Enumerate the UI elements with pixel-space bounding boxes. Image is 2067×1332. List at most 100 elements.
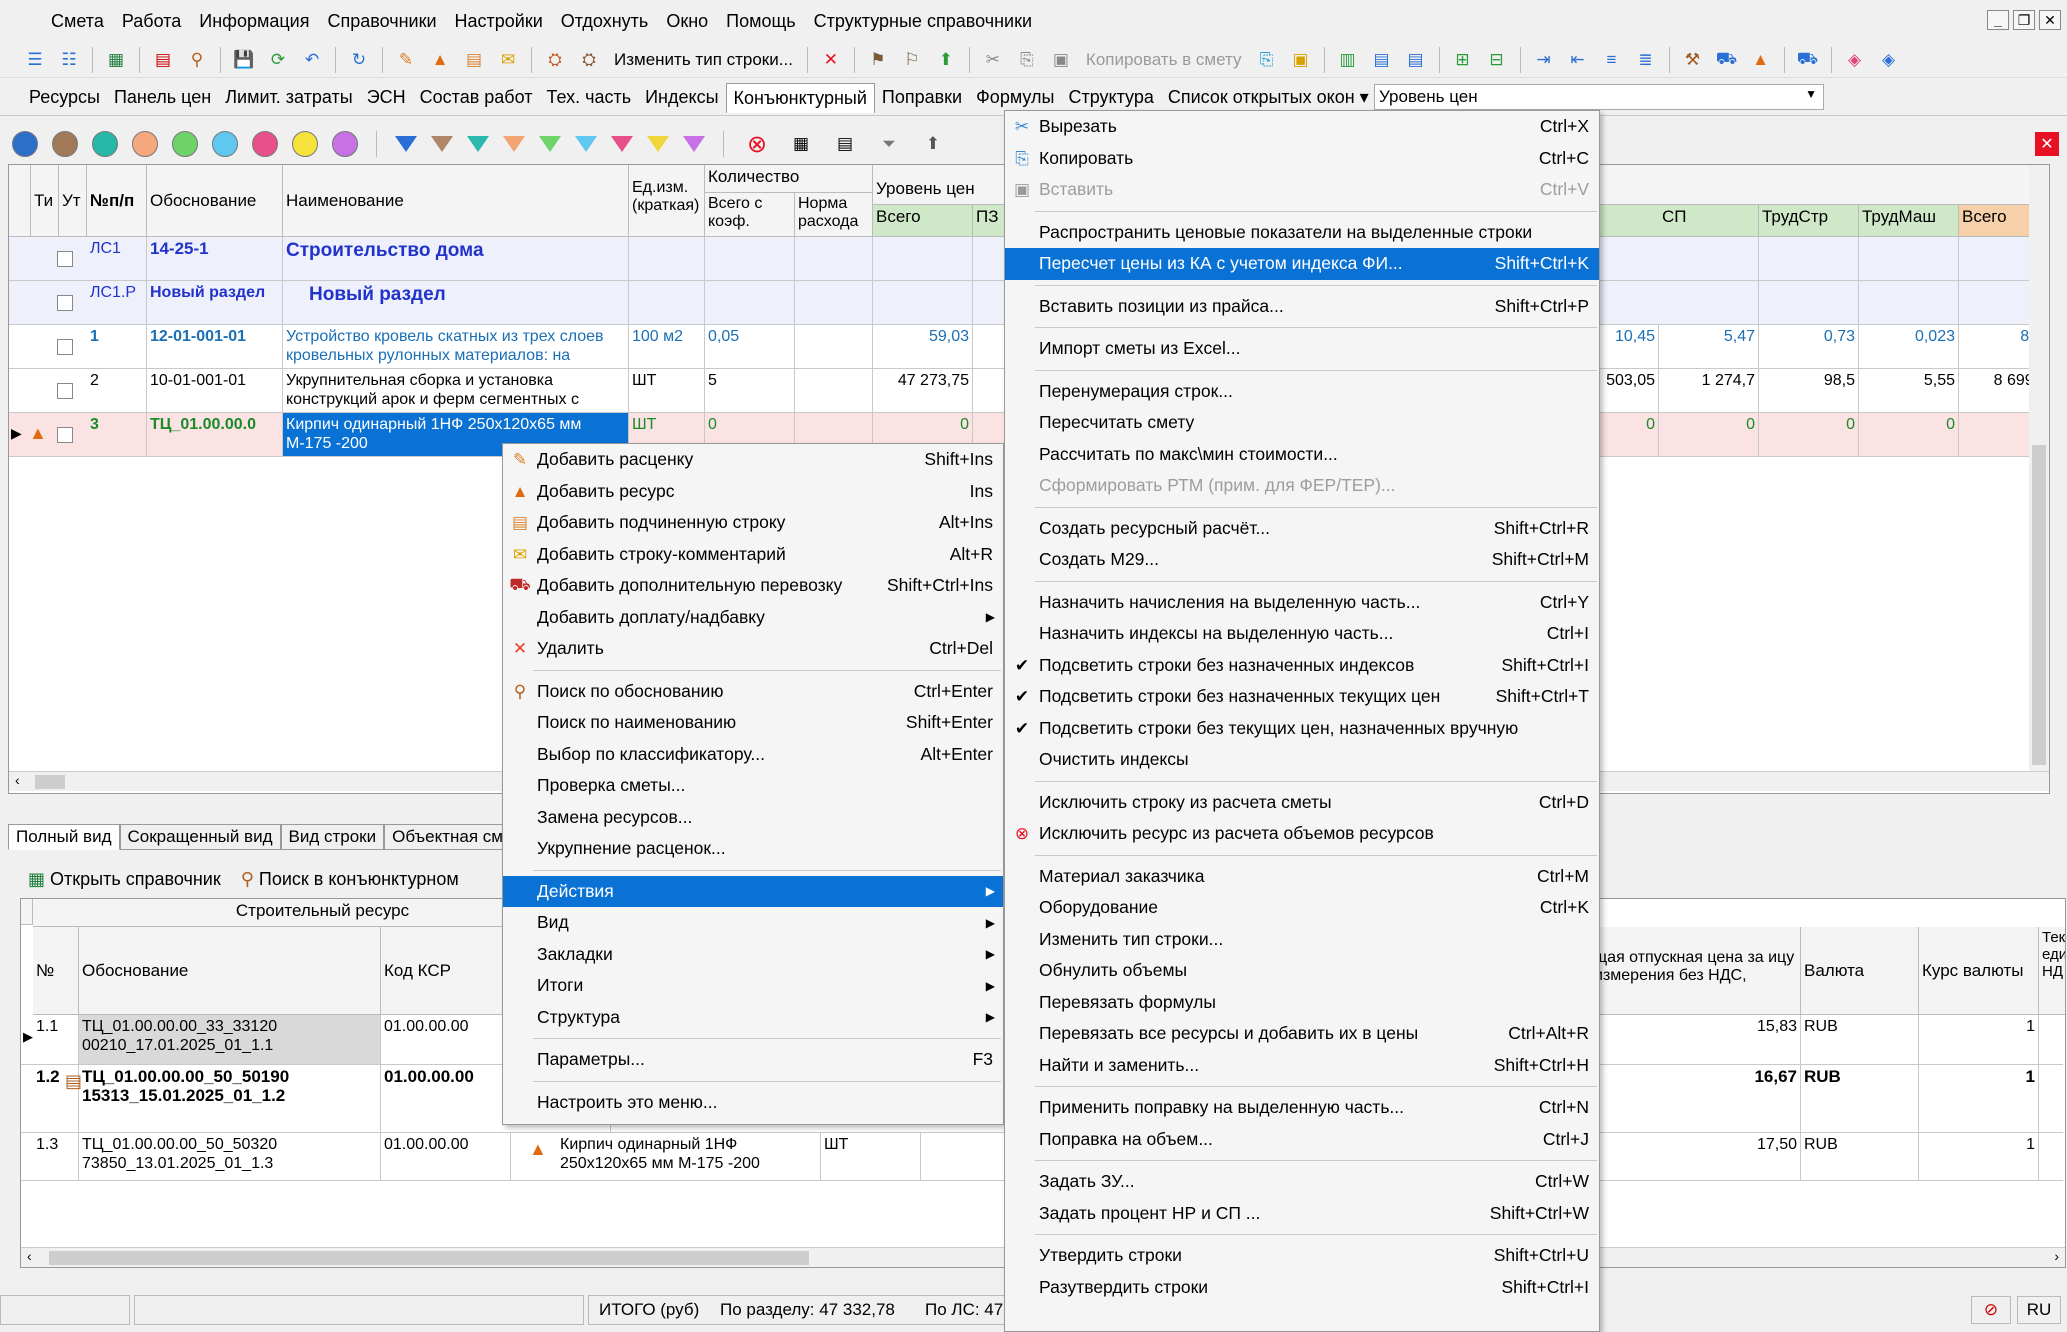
col-unit[interactable]: Ед.изм. (краткая) — [629, 165, 705, 237]
menu-clear-indexes[interactable]: Очистить индексы — [1005, 744, 1599, 776]
menu-insert-pricelist[interactable]: Вставить позиции из прайса... Shift+Ctrl+… — [1005, 291, 1599, 323]
menu-add-surcharge[interactable]: Добавить доплату/надбавку ▶ — [503, 602, 1003, 634]
menu-create-resource-calc[interactable]: Создать ресурсный расчёт... Shift+Ctrl+R — [1005, 513, 1599, 545]
color-circle[interactable] — [52, 131, 78, 157]
clear-filter-icon[interactable]: ⊗ — [742, 130, 772, 158]
col-ut[interactable]: Ут — [59, 165, 87, 237]
books-icon[interactable]: ▥ — [1333, 46, 1363, 74]
change-type-2-icon[interactable]: ⛭ — [574, 46, 604, 74]
cut-icon[interactable]: ✂ — [978, 46, 1008, 74]
col-obosn[interactable]: Обоснование — [79, 927, 381, 1015]
tab-conjunctural[interactable]: Конъюнктурный — [725, 82, 875, 113]
open-reference-button[interactable]: ▦ Открыть справочник — [28, 869, 221, 890]
menu-search-obosn[interactable]: ⚲ Поиск по обоснованию Ctrl+Enter — [503, 676, 1003, 708]
col-currency[interactable]: Валюта — [1801, 927, 1919, 1015]
copy-to-estimate-button[interactable]: Копировать в смету — [1080, 50, 1248, 70]
tab-row-view[interactable]: Вид строки — [280, 824, 385, 850]
copy-est-a-icon[interactable]: ⎘ — [1252, 46, 1282, 74]
filter-icon[interactable] — [467, 136, 489, 152]
tree-collapse-icon[interactable]: ⊟ — [1482, 46, 1512, 74]
tab-resources[interactable]: Ресурсы — [22, 83, 107, 112]
filter-icon[interactable] — [611, 136, 633, 152]
row-checkbox[interactable] — [57, 383, 73, 399]
menu-view[interactable]: Вид ▶ — [503, 907, 1003, 939]
menu-add-transport[interactable]: ⛟ Добавить дополнительную перевозку Shift+… — [503, 570, 1003, 602]
menu-form-rtm[interactable]: Сформировать РТМ (прим. для ФЕР/ТЕР)... — [1005, 470, 1599, 502]
menu-recalc-estimate[interactable]: Пересчитать смету — [1005, 407, 1599, 439]
no-print-icon[interactable]: ⊘ — [1971, 1296, 2011, 1324]
align-a-icon[interactable]: ≡ — [1597, 46, 1627, 74]
col-tek[interactable]: Тек еди НД — [2039, 927, 2065, 1015]
close-icon[interactable]: ✕ — [2039, 10, 2061, 30]
menu-relink-formulas[interactable]: Перевязать формулы — [1005, 987, 1599, 1019]
menu-unapprove-rows[interactable]: Разутвердить строки Shift+Ctrl+I — [1005, 1272, 1599, 1304]
color-circle[interactable] — [292, 131, 318, 157]
row-checkbox[interactable] — [57, 251, 73, 267]
menu-renumber[interactable]: Перенумерация строк... — [1005, 376, 1599, 408]
menu-find-replace[interactable]: Найти и заменить... Shift+Ctrl+H — [1005, 1050, 1599, 1082]
tab-formulas[interactable]: Формулы — [969, 83, 1061, 112]
grid-a-icon[interactable]: ▦ — [786, 130, 816, 158]
tree-expand-icon[interactable]: ⊞ — [1448, 46, 1478, 74]
upload-icon[interactable]: ⬆ — [931, 46, 961, 74]
menu-smeta[interactable]: Смета — [42, 11, 113, 32]
col-price[interactable]: щая отпускная цена за ицу измерения без … — [1591, 927, 1801, 1015]
tab-limit-costs[interactable]: Лимит. затраты — [218, 83, 359, 112]
filter-icon[interactable] — [647, 136, 669, 152]
save-icon[interactable]: 💾 — [229, 46, 259, 74]
excel-icon[interactable]: ▦ — [101, 46, 131, 74]
menu-customize[interactable]: Настроить это меню... — [503, 1087, 1003, 1119]
menu-customer-material[interactable]: Материал заказчика Ctrl+M — [1005, 861, 1599, 893]
pile-icon[interactable]: ▲ — [1746, 46, 1776, 74]
hammer-icon[interactable]: ⚒ — [1678, 46, 1708, 74]
filter-icon[interactable] — [575, 136, 597, 152]
menu-select-classifier[interactable]: Выбор по классификатору... Alt+Enter — [503, 739, 1003, 771]
menu-exclude-resource[interactable]: ⊗ Исключить ресурс из расчета объемов рес… — [1005, 818, 1599, 850]
color-circle[interactable] — [252, 131, 278, 157]
grid-b-icon[interactable]: ▤ — [830, 130, 860, 158]
col-rate[interactable]: Курс валюты — [1919, 927, 2039, 1015]
tab-indexes[interactable]: Индексы — [638, 83, 725, 112]
refresh-icon[interactable]: ⟳ — [263, 46, 293, 74]
menu-zero-volumes[interactable]: Обнулить объемы — [1005, 955, 1599, 987]
col-qty-norm[interactable]: Норма расхода — [795, 193, 873, 237]
truck-icon[interactable]: ⛟ — [1712, 46, 1742, 74]
menu-spread-prices[interactable]: Распространить ценовые показатели на выд… — [1005, 217, 1599, 249]
menu-apply-correction[interactable]: Применить поправку на выделенную часть..… — [1005, 1092, 1599, 1124]
close-panel-icon[interactable]: ✕ — [2035, 132, 2059, 156]
menu-totals[interactable]: Итоги ▶ — [503, 970, 1003, 1002]
tab-structure[interactable]: Структура — [1061, 83, 1160, 112]
menu-equipment[interactable]: Оборудование Ctrl+K — [1005, 892, 1599, 924]
tool-a-icon[interactable]: ⚑ — [863, 46, 893, 74]
col-sp[interactable]: СП — [1659, 205, 1759, 237]
menu-relink-resources[interactable]: Перевязать все ресурсы и добавить их в ц… — [1005, 1018, 1599, 1050]
menu-set-nr-sp[interactable]: Задать процент НР и СП ... Shift+Ctrl+W — [1005, 1198, 1599, 1230]
add-resource-icon[interactable]: ▲ — [425, 46, 455, 74]
paste-icon[interactable]: ▣ — [1046, 46, 1076, 74]
menu-replace-resources[interactable]: Замена ресурсов... — [503, 802, 1003, 834]
menu-rabota[interactable]: Работа — [113, 11, 190, 32]
menu-spravochniki[interactable]: Справочники — [318, 11, 445, 32]
col-obosn[interactable]: Обоснование — [147, 165, 283, 237]
menu-window[interactable]: Окно — [657, 11, 717, 32]
menu-actions[interactable]: Действия ▶ — [503, 875, 1003, 907]
menu-assign-indexes[interactable]: Назначить индексы на выделенную часть...… — [1005, 618, 1599, 650]
menu-help[interactable]: Помощь — [717, 11, 805, 32]
menu-calc-maxmin[interactable]: Рассчитать по макс\мин стоимости... — [1005, 439, 1599, 471]
filter-icon[interactable] — [395, 136, 417, 152]
layers-red-icon[interactable]: ◈ — [1840, 46, 1870, 74]
tab-price-panel[interactable]: Панель цен — [107, 83, 218, 112]
indent-icon[interactable]: ⇥ — [1529, 46, 1559, 74]
delete-icon[interactable]: ✕ — [816, 46, 846, 74]
menu-settings[interactable]: Настройки — [446, 11, 552, 32]
menu-set-zu[interactable]: Задать ЗУ... Ctrl+W — [1005, 1166, 1599, 1198]
align-b-icon[interactable]: ≣ — [1631, 46, 1661, 74]
pdf-icon[interactable]: ▤ — [148, 46, 178, 74]
menu-rest[interactable]: Отдохнуть — [552, 11, 658, 32]
menu-recalc-ka[interactable]: Пересчет цены из КА с учетом индекса ФИ.… — [1005, 248, 1599, 280]
menu-change-row-type[interactable]: Изменить тип строки... — [1005, 924, 1599, 956]
tab-full-view[interactable]: Полный вид — [8, 824, 120, 850]
tab-corrections[interactable]: Поправки — [875, 83, 969, 112]
menu-cut[interactable]: ✂ Вырезать Ctrl+X — [1005, 111, 1599, 143]
change-row-type-button[interactable]: Изменить тип строки... — [608, 50, 799, 70]
